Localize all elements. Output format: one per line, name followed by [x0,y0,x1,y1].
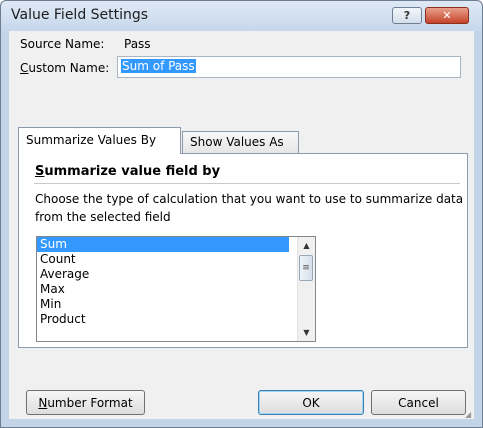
calculation-listbox[interactable]: Sum Count Average Max Min Product ▲ ≡ ▼ [36,236,316,342]
list-items: Sum Count Average Max Min Product [37,237,289,327]
help-button[interactable]: ? [392,7,422,24]
tab-summarize-values-by[interactable]: Summarize Values By [18,127,181,154]
list-item-sum[interactable]: Sum [37,237,289,252]
panel-heading: Summarize value field by [35,164,220,179]
custom-name-value: Sum of Pass [121,59,196,73]
list-scrollbar[interactable]: ▲ ≡ ▼ [297,237,315,341]
number-format-label-rest: umber Format [47,395,133,410]
number-format-accesskey: N [38,395,48,410]
custom-name-label: Custom Name: [20,61,109,75]
number-format-button[interactable]: Number Format [26,390,145,415]
scroll-down-arrow-icon[interactable]: ▼ [298,324,315,341]
title-bar[interactable]: Value Field Settings ? ✕ [1,1,482,31]
custom-name-label-rest: ustom Name: [28,61,110,75]
heading-divider [34,183,460,184]
list-item-product[interactable]: Product [37,312,289,327]
cancel-button[interactable]: Cancel [371,390,466,415]
source-name-label: Source Name: [20,37,105,51]
list-item-min[interactable]: Min [37,297,289,312]
list-item-average[interactable]: Average [37,267,289,282]
resize-grip-icon[interactable]: ◢ [465,410,475,420]
tab-show-values-as[interactable]: Show Values As [182,131,299,153]
ok-button[interactable]: OK [258,390,364,415]
panel-description: Choose the type of calculation that you … [35,192,464,224]
panel-heading-accesskey: S [35,164,45,179]
scroll-thumb[interactable]: ≡ [299,255,313,281]
custom-name-input[interactable]: Sum of Pass [117,56,461,78]
dialog-title: Value Field Settings [11,7,149,23]
list-item-count[interactable]: Count [37,252,289,267]
panel-heading-rest: ummarize value field by [44,164,221,179]
list-item-max[interactable]: Max [37,282,289,297]
scroll-up-arrow-icon[interactable]: ▲ [298,237,315,254]
source-name-value: Pass [124,37,151,51]
close-button[interactable]: ✕ [425,7,469,24]
